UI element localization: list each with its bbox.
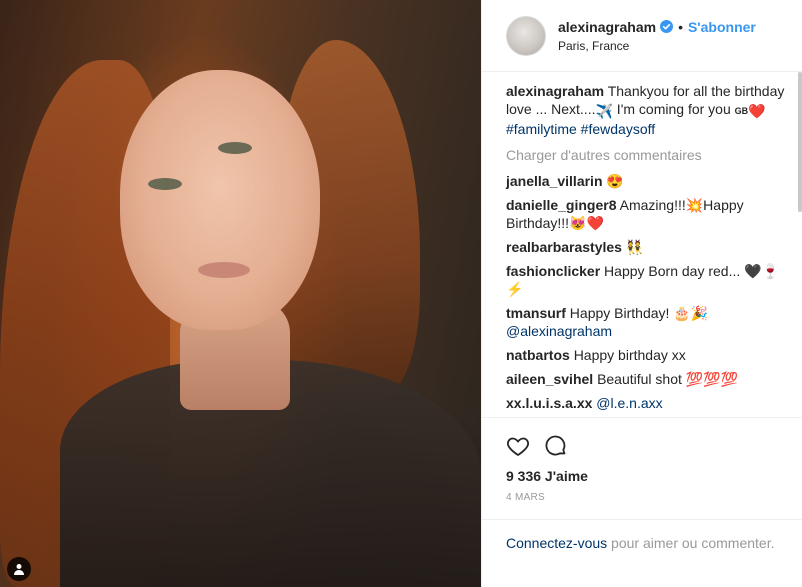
comment-username[interactable]: natbartos: [506, 347, 570, 363]
follow-button[interactable]: S'abonner: [688, 19, 756, 35]
comment-item: danielle_ginger8 Amazing!!!💥Happy Birthd…: [506, 196, 786, 232]
photo-lips: [198, 262, 250, 278]
caption-text-2: I'm coming for you: [612, 101, 735, 117]
comment-mention[interactable]: @alexinagraham: [506, 323, 612, 339]
action-icons: [506, 418, 786, 462]
flag-gb: GB: [734, 106, 749, 116]
comment-username[interactable]: xx.l.u.i.s.a.xx: [506, 395, 592, 411]
airplane-emoji: ✈️: [595, 103, 613, 119]
header-separator: •: [678, 18, 683, 35]
header-row: alexinagraham • S'abonner: [558, 19, 756, 35]
caption: alexinagraham Thankyou for all the birth…: [506, 82, 786, 138]
comment-item: realbarbarastyles 👯: [506, 238, 786, 256]
likes-count[interactable]: 9 336 J'aime: [506, 468, 786, 484]
comment-item: aileen_svihel Beautiful shot 💯💯💯: [506, 370, 786, 388]
comments-scrollbar[interactable]: [798, 72, 802, 212]
verified-badge-icon: [660, 20, 674, 33]
photo-eye-right: [218, 142, 252, 154]
comment-username[interactable]: janella_villarin: [506, 173, 603, 189]
heart-emoji: ❤️: [748, 103, 766, 119]
comment-username[interactable]: fashionclicker: [506, 263, 600, 279]
comment-text: 👯: [625, 239, 644, 255]
photo-eye-left: [148, 178, 182, 190]
comment-bubble-icon[interactable]: [544, 434, 568, 458]
avatar[interactable]: [506, 15, 546, 56]
comment-item: fashionclicker Happy Born day red... 🖤🍷⚡: [506, 262, 786, 298]
comments-list: alexinagraham Thankyou for all the birth…: [482, 72, 802, 417]
comment-username[interactable]: tmansurf: [506, 305, 566, 321]
header-username[interactable]: alexinagraham: [558, 19, 656, 35]
comment-username[interactable]: aileen_svihel: [506, 371, 593, 387]
location-link[interactable]: Paris, France: [558, 39, 756, 53]
post-sidebar: alexinagraham • S'abonner Paris, France …: [481, 0, 802, 587]
comment-mention[interactable]: @l.e.n.axx: [596, 395, 662, 411]
comment-text: Happy Birthday! 🎂🎉: [569, 305, 709, 321]
comment-username[interactable]: realbarbarastyles: [506, 239, 622, 255]
login-prompt: Connectez-vous pour aimer ou commenter.: [482, 519, 802, 587]
comment-item: janella_villarin 😍: [506, 172, 786, 190]
comment-text: Beautiful shot 💯💯💯: [597, 371, 739, 387]
comment-username[interactable]: danielle_ginger8: [506, 197, 616, 213]
comment-text: 😍: [606, 173, 624, 189]
caption-hashtags[interactable]: #familytime #fewdaysoff: [506, 121, 655, 137]
load-more-comments[interactable]: Charger d'autres commentaires: [506, 146, 786, 164]
comment-item: natbartos Happy birthday xx: [506, 346, 786, 364]
comment-text: Happy birthday xx: [573, 347, 686, 363]
photo-face: [120, 70, 320, 330]
header-text: alexinagraham • S'abonner Paris, France: [558, 19, 756, 53]
comment-item: xx.l.u.i.s.a.xx @l.e.n.axx: [506, 394, 786, 412]
heart-outline-icon[interactable]: [506, 434, 530, 458]
post-date: 4 MARS: [506, 492, 546, 503]
caption-username[interactable]: alexinagraham: [506, 83, 604, 99]
post-container: alexinagraham • S'abonner Paris, France …: [0, 0, 802, 587]
post-photo[interactable]: [0, 0, 481, 587]
login-link[interactable]: Connectez-vous: [506, 535, 607, 551]
comment-item: tmansurf Happy Birthday! 🎂🎉 @alexinagrah…: [506, 304, 786, 340]
login-prompt-text: pour aimer ou commenter.: [607, 535, 775, 551]
person-icon[interactable]: [7, 557, 31, 581]
post-header: alexinagraham • S'abonner Paris, France: [482, 0, 802, 72]
post-actions: 9 336 J'aime 4 MARS: [482, 417, 802, 519]
